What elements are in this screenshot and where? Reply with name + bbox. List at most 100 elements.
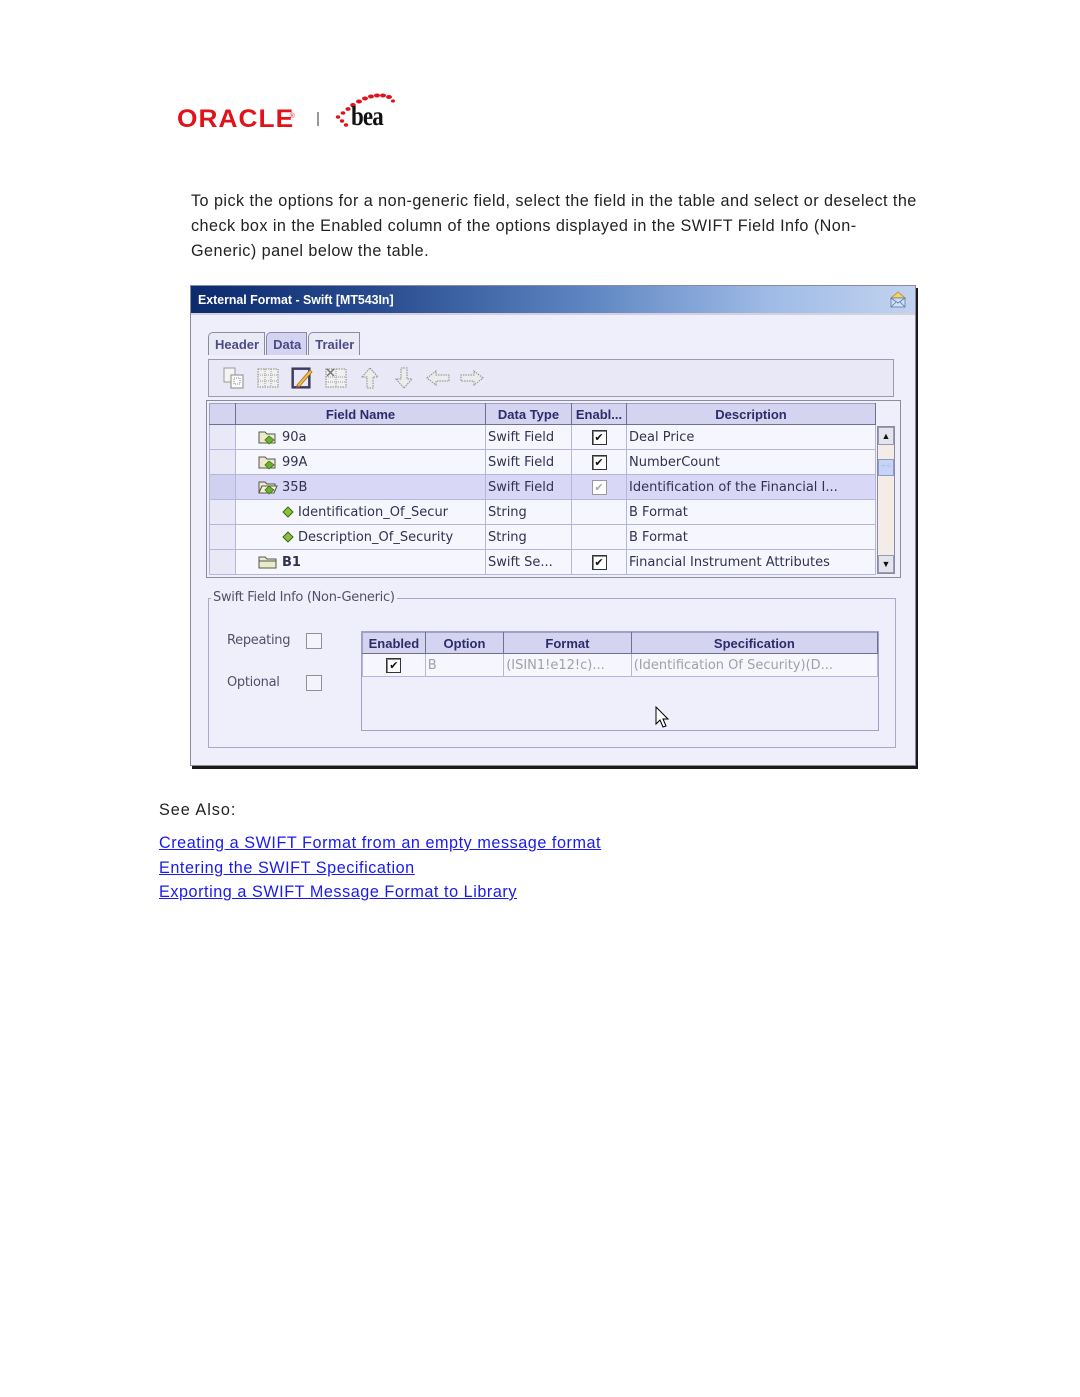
column-header-enabled[interactable]: Enabl... xyxy=(571,403,627,425)
field-name-cell[interactable]: Identification_Of_Secur xyxy=(235,499,486,525)
tab-data[interactable]: Data xyxy=(266,332,308,355)
enabled-checkbox[interactable]: ✔ xyxy=(591,454,607,470)
move-left-button[interactable] xyxy=(423,363,453,393)
enabled-checkbox[interactable]: ✔ xyxy=(591,554,607,570)
table-row[interactable]: B1 Swift Se... ✔ Financial Instrument Attri… xyxy=(209,549,876,575)
fields-table-scrollbar[interactable]: ▲ ⁘⁘ ▼ xyxy=(877,426,895,574)
delete-row-button[interactable] xyxy=(321,363,351,393)
enabled-cell[interactable] xyxy=(571,524,627,550)
field-name-text: Identification_Of_Secur xyxy=(298,504,449,520)
diamond-icon xyxy=(282,506,294,518)
arrow-up-icon: ▲ xyxy=(881,431,891,441)
option-enabled-cell[interactable]: ✔ xyxy=(362,653,426,677)
description-cell: B Format xyxy=(626,499,876,525)
column-header-format[interactable]: Format xyxy=(503,632,632,654)
move-right-icon xyxy=(460,369,484,387)
row-header[interactable] xyxy=(209,449,236,475)
column-header-enabled[interactable]: Enabled xyxy=(362,632,426,654)
scroll-up-button[interactable]: ▲ xyxy=(878,427,894,445)
logo-divider xyxy=(316,112,319,126)
arrow-down-icon: ▼ xyxy=(881,559,891,569)
tab-trailer[interactable]: Trailer xyxy=(308,332,361,355)
field-name-cell[interactable]: 35B xyxy=(235,474,486,500)
oracle-bea-logo: ORACLE ® bea xyxy=(177,92,403,132)
tab-header[interactable]: Header xyxy=(208,332,266,355)
option-enabled-checkbox[interactable]: ✔ xyxy=(386,657,402,673)
move-left-icon xyxy=(426,369,450,387)
edit-button[interactable] xyxy=(287,363,317,393)
move-up-icon xyxy=(360,367,380,389)
column-header-data-type[interactable]: Data Type xyxy=(485,403,572,425)
data-type-cell: Swift Field xyxy=(485,424,572,450)
window-titlebar: External Format - Swift [MT543In] xyxy=(191,286,915,313)
folder-field-icon xyxy=(258,429,278,445)
external-format-window: External Format - Swift [MT543In] Header… xyxy=(190,285,916,766)
enabled-cell[interactable]: ✔ xyxy=(571,474,627,500)
table-row[interactable]: 90a Swift Field ✔ Deal Price xyxy=(209,424,876,450)
enabled-cell[interactable]: ✔ xyxy=(571,449,627,475)
insert-row-icon xyxy=(257,368,279,388)
row-header[interactable] xyxy=(209,499,236,525)
enabled-checkbox[interactable]: ✔ xyxy=(591,429,607,445)
insert-row-button[interactable] xyxy=(253,363,283,393)
field-name-cell[interactable]: Description_Of_Security xyxy=(235,524,486,550)
row-header[interactable] xyxy=(209,424,236,450)
envelope-icon[interactable] xyxy=(889,289,907,309)
table-row[interactable]: Description_Of_Security String B Format xyxy=(209,524,876,550)
table-row[interactable]: 35B Swift Field ✔ Identification of the Fin… xyxy=(209,474,876,500)
enabled-cell[interactable] xyxy=(571,499,627,525)
description-cell: Deal Price xyxy=(626,424,876,450)
copy-icon xyxy=(223,367,244,389)
row-header[interactable] xyxy=(209,474,236,500)
optional-label: Optional xyxy=(227,675,280,690)
data-type-cell: Swift Se... xyxy=(485,549,572,575)
enabled-cell[interactable]: ✔ xyxy=(571,424,627,450)
edit-icon xyxy=(291,367,313,389)
tab-bar: Header Data Trailer xyxy=(208,332,361,355)
field-name: Identification_Of_Secur xyxy=(238,505,485,520)
field-name: 99A xyxy=(238,454,485,470)
field-name-cell[interactable]: B1 xyxy=(235,549,486,575)
column-header-description[interactable]: Description xyxy=(626,403,876,425)
row-header[interactable] xyxy=(209,549,236,575)
options-table-row[interactable]: ✔ B (ISIN1!e12!c)... (Identification Of … xyxy=(362,653,879,677)
data-type-cell: String xyxy=(485,524,572,550)
link-entering-swift-specification[interactable]: Entering the SWIFT Specification xyxy=(159,856,601,881)
copy-button[interactable] xyxy=(219,363,249,393)
repeating-option: Repeating xyxy=(227,632,322,649)
field-name-cell[interactable]: 99A xyxy=(235,449,486,475)
optional-checkbox[interactable] xyxy=(306,674,322,691)
option-cell: B xyxy=(424,653,505,677)
move-down-icon xyxy=(394,367,414,389)
bea-logo: bea xyxy=(333,92,403,132)
move-right-button[interactable] xyxy=(457,363,487,393)
row-header[interactable] xyxy=(209,524,236,550)
link-creating-swift-format[interactable]: Creating a SWIFT Format from an empty me… xyxy=(159,831,601,856)
scrollbar-thumb[interactable]: ⁘⁘ xyxy=(878,459,894,476)
folder-icon xyxy=(258,554,278,570)
repeating-label: Repeating xyxy=(227,633,291,648)
column-header-specification[interactable]: Specification xyxy=(630,632,879,654)
enabled-cell[interactable]: ✔ xyxy=(571,549,627,575)
repeating-checkbox[interactable] xyxy=(306,632,322,649)
move-up-button[interactable] xyxy=(355,363,385,393)
move-down-button[interactable] xyxy=(389,363,419,393)
table-row[interactable]: 99A Swift Field ✔ NumberCount xyxy=(209,449,876,475)
table-row[interactable]: Identification_Of_Secur String B Format xyxy=(209,499,876,525)
field-name-text: 35B xyxy=(282,479,308,495)
column-header-option[interactable]: Option xyxy=(424,632,505,654)
tab-trailer-label: Trailer xyxy=(315,336,355,352)
toolbar xyxy=(208,359,894,397)
row-header-corner xyxy=(209,403,236,425)
field-name-cell[interactable]: 90a xyxy=(235,424,486,450)
field-name: Description_Of_Security xyxy=(238,530,485,545)
link-exporting-swift-message-format[interactable]: Exporting a SWIFT Message Format to Libr… xyxy=(159,880,601,905)
options-table: Enabled Option Format Specification ✔ B … xyxy=(361,631,879,731)
scroll-down-button[interactable]: ▼ xyxy=(878,555,894,573)
column-header-field-name[interactable]: Field Name xyxy=(235,403,486,425)
oracle-logo-text: ORACLE xyxy=(177,105,295,133)
data-type-cell: String xyxy=(485,499,572,525)
titlebar-divider xyxy=(191,313,915,315)
bea-logo-text: bea xyxy=(350,101,384,131)
enabled-checkbox: ✔ xyxy=(591,479,607,495)
